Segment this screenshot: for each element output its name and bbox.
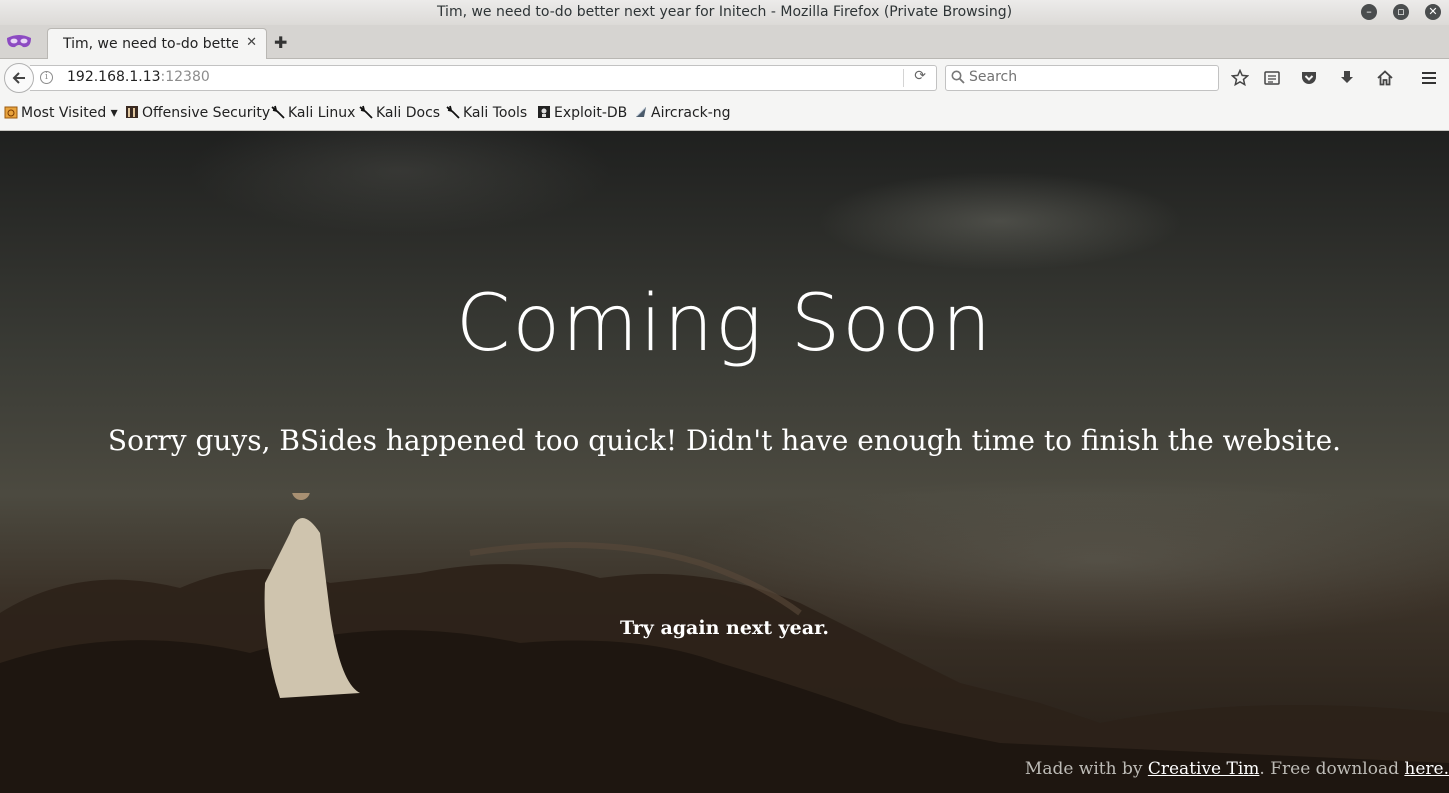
bookmark-label: Kali Linux [288,105,356,121]
kali-dragon-icon [446,105,460,119]
bookmark-kali-docs[interactable]: Kali Docs [359,105,440,121]
creative-tim-link[interactable]: Creative Tim [1148,759,1260,779]
window-title: Tim, we need to-do better next year for … [436,4,1013,20]
minimize-button[interactable]: – [1361,4,1377,20]
exploit-db-icon [538,106,550,118]
bookmark-kali-tools[interactable]: Kali Tools [446,105,527,121]
bookmark-label: Exploit-DB [554,105,628,121]
page-footer: Made with by Creative Tim. Free download… [1025,759,1449,779]
reading-list-icon[interactable] [1263,69,1281,87]
most-visited-icon [4,106,18,119]
bookmark-label: Most Visited ▾ [21,105,118,121]
background-landscape-image [0,493,1449,793]
url-host: 192.168.1.13 [67,69,161,85]
url-separator [903,69,904,87]
hamburger-menu-icon[interactable] [1420,69,1438,87]
tab-strip: Tim, we need to-do bette… ✕ ✚ [0,25,1449,59]
url-port: :12380 [160,69,210,85]
search-icon [951,70,965,84]
url-text[interactable]: 192.168.1.13:12380 [67,69,210,85]
search-bar[interactable] [945,65,1219,91]
bookmark-star-icon[interactable] [1231,69,1249,87]
url-bar[interactable]: i 192.168.1.13:12380 ⟳ [30,65,937,91]
bookmark-label: Offensive Security [142,105,271,121]
bookmark-most-visited[interactable]: Most Visited ▾ [4,105,118,121]
new-tab-button[interactable]: ✚ [274,33,287,52]
bookmark-label: Kali Tools [463,105,528,121]
kali-dragon-icon [359,105,373,119]
tab-active[interactable]: Tim, we need to-do bette… ✕ [47,28,267,59]
navigation-bar: i 192.168.1.13:12380 ⟳ [0,59,1449,97]
reload-icon[interactable]: ⟳ [914,68,926,84]
kali-dragon-icon [271,105,285,119]
coming-soon-heading: Coming Soon [455,279,994,369]
window-titlebar: Tim, we need to-do better next year for … [0,0,1449,26]
private-browsing-mask-icon [7,35,31,48]
bookmark-offensive-security[interactable]: Offensive Security [125,105,270,121]
home-icon[interactable] [1376,69,1394,87]
offsec-icon [126,106,138,118]
close-window-button[interactable]: ✕ [1425,4,1441,20]
site-info-icon[interactable]: i [40,71,53,84]
footer-middle: . Free download [1259,759,1405,779]
download-here-link[interactable]: here. [1404,759,1449,779]
pocket-icon[interactable] [1300,69,1318,87]
footer-prefix: Made with by [1024,759,1148,779]
back-button[interactable] [4,63,34,93]
bookmark-exploit-db[interactable]: Exploit-DB [537,105,627,121]
bookmark-label: Kali Docs [376,105,441,121]
back-arrow-icon [12,72,25,84]
apology-message: Sorry guys, BSides happened too quick! D… [107,424,1342,457]
bookmarks-toolbar: Most Visited ▾ Offensive Security Kali L… [0,97,1449,131]
tab-title: Tim, we need to-do bette… [63,36,238,52]
downloads-icon[interactable] [1338,69,1356,87]
search-input[interactable] [969,68,1209,86]
try-again-message: Try again next year. [620,617,829,639]
aircrack-icon [636,107,646,117]
maximize-button[interactable]: ▫ [1393,4,1409,20]
tab-close-icon[interactable]: ✕ [246,35,257,50]
bookmark-aircrack-ng[interactable]: Aircrack-ng [634,105,731,121]
bookmark-kali-linux[interactable]: Kali Linux [271,105,355,121]
page-content: Coming Soon Sorry guys, BSides happened … [0,131,1449,793]
bookmark-label: Aircrack-ng [651,105,731,121]
